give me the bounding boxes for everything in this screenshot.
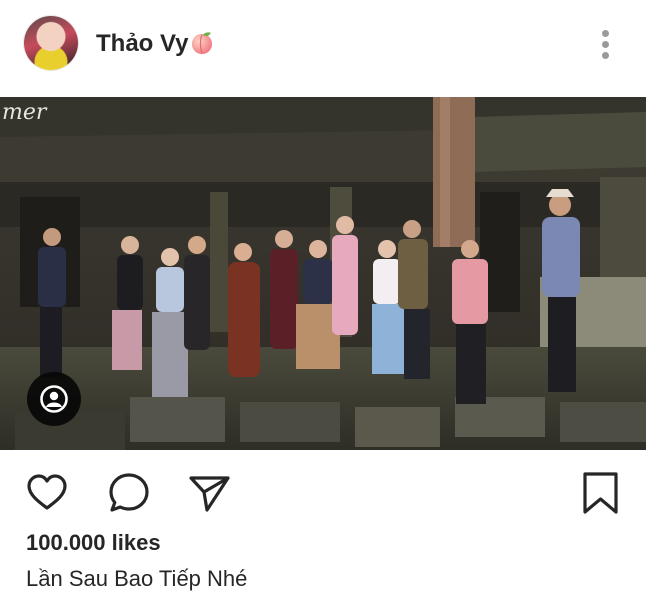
photo-watermark: mer: [2, 100, 48, 125]
post-caption: Lần Sau Bao Tiếp Nhé: [26, 566, 248, 591]
likes-count[interactable]: 100.000 likes: [26, 530, 161, 556]
avatar[interactable]: [24, 16, 78, 70]
bookmark-icon[interactable]: [578, 470, 624, 516]
username-text: Thảo Vy: [96, 30, 189, 57]
action-bar: [0, 460, 646, 520]
post-header: Thảo Vy: [0, 0, 646, 96]
more-options-icon[interactable]: [592, 28, 620, 60]
peach-icon: [192, 32, 213, 54]
heart-icon[interactable]: [24, 470, 70, 516]
speech-bubble-icon[interactable]: [106, 470, 152, 516]
paper-plane-icon[interactable]: [186, 470, 232, 516]
person-tag-icon[interactable]: [27, 372, 81, 426]
post-photo[interactable]: mer: [0, 97, 646, 450]
username[interactable]: Thảo Vy: [96, 30, 214, 58]
